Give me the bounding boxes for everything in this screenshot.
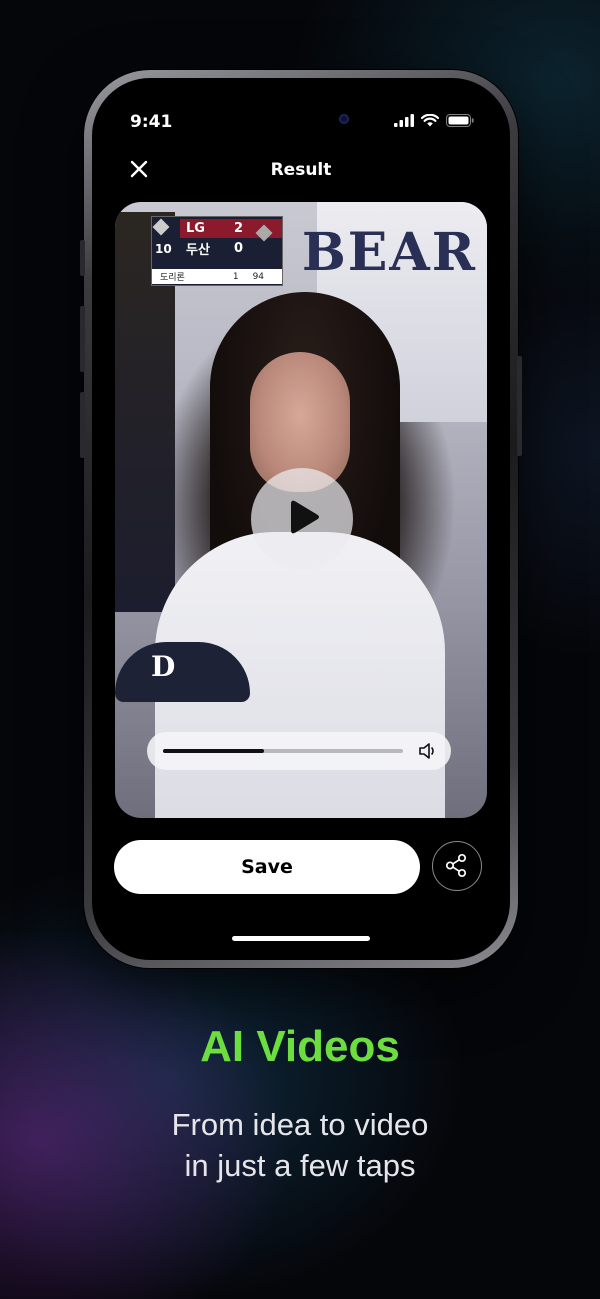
batter-number: 1 <box>232 271 239 282</box>
share-button[interactable] <box>432 841 482 891</box>
phone-screen: 9:41 Result BEAR D LG 2 10 두산 0 도리론 1 94… <box>92 78 510 960</box>
speaker-icon <box>419 743 434 759</box>
volume-down-button <box>80 392 85 458</box>
play-icon <box>291 500 319 534</box>
promo-subtitle-line-1: From idea to video <box>171 1107 429 1142</box>
base-icon <box>152 218 170 236</box>
progress-slider[interactable] <box>163 749 403 753</box>
batter-name: 도리론 <box>160 273 185 283</box>
team-home: 두산 <box>186 243 210 258</box>
scoreboard-overlay: LG 2 10 두산 0 도리론 1 94 <box>151 216 283 286</box>
scoreboard-row-home: 10 두산 0 <box>152 239 282 258</box>
mute-switch <box>80 240 85 276</box>
status-icons <box>394 114 474 127</box>
share-icon <box>445 853 467 878</box>
progress-fill <box>163 749 264 753</box>
team-away: LG <box>186 221 205 236</box>
pitch-count: 94 <box>252 271 265 282</box>
camera-icon <box>339 114 349 124</box>
save-button[interactable]: Save <box>114 840 420 894</box>
dynamic-island <box>239 102 363 136</box>
status-time: 9:41 <box>130 112 173 132</box>
battery-icon <box>446 114 474 127</box>
page-title: Result <box>270 160 332 180</box>
score-home: 0 <box>234 241 244 256</box>
video-preview[interactable]: BEAR D LG 2 10 두산 0 도리론 1 94 <box>115 202 487 818</box>
play-button[interactable] <box>251 468 353 570</box>
phone-mockup: 9:41 Result BEAR D LG 2 10 두산 0 도리론 1 94… <box>80 70 522 968</box>
promo-headline: AI Videos <box>200 1022 400 1071</box>
promo-subtitle: From idea to video in just a few taps <box>0 1104 600 1186</box>
promo-subtitle-line-2: in just a few taps <box>184 1148 416 1183</box>
wifi-icon <box>421 114 439 127</box>
volume-up-button <box>80 306 85 372</box>
scoreboard-footer: 도리론 1 94 <box>152 269 282 284</box>
volume-button[interactable] <box>417 741 439 761</box>
power-button <box>517 356 522 456</box>
jersey-lettering: BEAR <box>301 222 477 283</box>
score-away: 2 <box>234 221 244 236</box>
signal-icon <box>394 114 414 127</box>
cap-logo: D <box>151 650 176 683</box>
video-controls <box>147 732 451 770</box>
inning: 10 <box>155 241 172 256</box>
home-indicator <box>232 936 370 941</box>
